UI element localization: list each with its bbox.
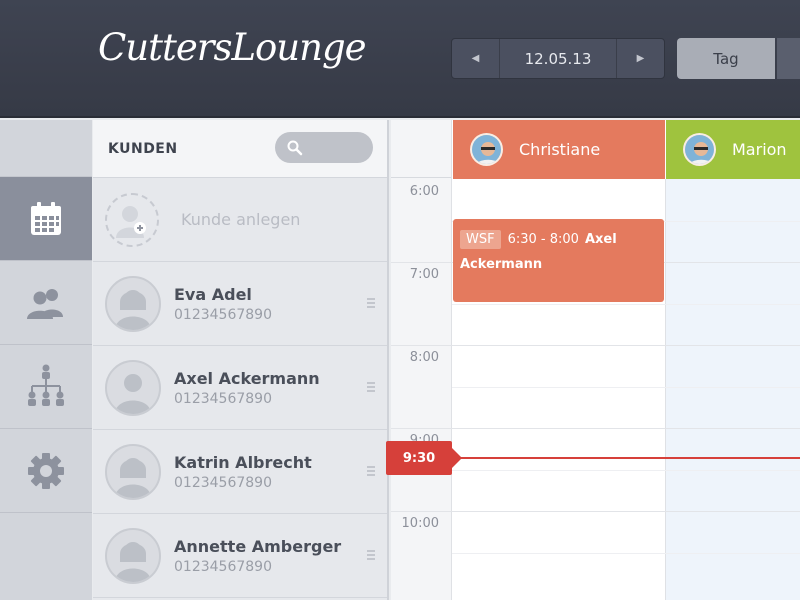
half-hour-line <box>452 553 800 554</box>
half-hour-line <box>452 304 800 305</box>
avatar <box>105 443 161 500</box>
appointment-time: 6:30 - 8:00 <box>507 232 579 247</box>
staff-name: Christiane <box>519 140 601 159</box>
tab-week[interactable] <box>777 38 800 79</box>
tab-day[interactable]: Tag <box>677 38 775 79</box>
gear-icon <box>28 452 64 489</box>
hour-tick <box>391 428 452 429</box>
time-label: 8:00 <box>409 350 439 365</box>
add-customer-avatar <box>105 192 159 247</box>
time-column-header <box>391 120 451 178</box>
drag-handle-icon[interactable] <box>367 466 375 478</box>
customer-panel-header: KUNDEN <box>93 120 387 178</box>
customer-name: Axel Ackermann <box>174 368 320 388</box>
logo: CuttersLounge <box>98 26 367 69</box>
search-input[interactable] <box>275 132 373 163</box>
appointment-card[interactable]: WSF 6:30 - 8:00 Axel Ackermann <box>453 219 664 302</box>
customer-phone: 01234567890 <box>174 474 272 491</box>
customer-phone: 01234567890 <box>174 390 272 407</box>
sidebar-item-settings[interactable] <box>0 429 92 513</box>
customer-name: Eva Adel <box>174 284 252 304</box>
staff-photo <box>685 135 714 164</box>
drag-handle-icon[interactable] <box>367 382 375 394</box>
add-customer-button[interactable]: Kunde anlegen <box>93 178 387 262</box>
current-date[interactable]: 12.05.13 <box>499 39 617 78</box>
sidebar-item-users[interactable] <box>0 261 92 345</box>
customer-panel: KUNDEN Kunde anlegen Eva Adel 01234567890… <box>93 120 389 600</box>
hour-line <box>452 345 800 346</box>
list-item[interactable]: Katrin Albrecht 01234567890 <box>93 430 387 514</box>
customer-info: Axel Ackermann 01234567890 <box>174 369 320 407</box>
drag-handle-icon[interactable] <box>367 550 375 562</box>
date-navigator: ◀ 12.05.13 ▶ <box>451 38 665 79</box>
search-icon <box>287 140 303 155</box>
time-column: 6:007:008:009:0010:00 <box>391 120 452 600</box>
sidebar-item-calendar[interactable] <box>0 177 92 261</box>
hour-tick <box>391 345 452 346</box>
current-time-badge: 9:30 <box>386 441 462 475</box>
next-day-button[interactable]: ▶ <box>617 39 664 78</box>
staff-header-christiane[interactable]: Christiane <box>453 120 665 179</box>
time-label: 7:00 <box>409 267 439 282</box>
customer-name: Katrin Albrecht <box>174 452 312 472</box>
list-item[interactable]: Annette Amberger 01234567890 <box>93 514 387 598</box>
list-item[interactable]: Eva Adel 01234567890 <box>93 262 387 346</box>
add-user-icon <box>116 205 146 238</box>
time-label: 6:00 <box>409 184 439 199</box>
customer-panel-title: KUNDEN <box>108 140 178 157</box>
drag-handle-icon[interactable] <box>367 298 375 310</box>
person-placeholder-icon <box>115 541 151 582</box>
avatar <box>105 275 161 332</box>
half-hour-line <box>452 387 800 388</box>
person-placeholder-icon <box>115 289 151 330</box>
staff-photo <box>472 135 501 164</box>
list-item[interactable]: Axel Ackermann 01234567890 <box>93 346 387 430</box>
staff-name: Marion <box>732 140 787 159</box>
prev-day-button[interactable]: ◀ <box>452 39 499 78</box>
add-customer-label: Kunde anlegen <box>181 210 301 229</box>
column-divider <box>665 179 666 600</box>
avatar <box>105 359 161 416</box>
service-badge: WSF <box>460 230 501 249</box>
appointment-customer-last: Ackermann <box>460 257 543 272</box>
sidebar-item-organization[interactable] <box>0 345 92 429</box>
app-header: CuttersLounge ◀ 12.05.13 ▶ Tag <box>0 0 800 118</box>
customer-info: Annette Amberger 01234567890 <box>174 537 341 575</box>
avatar <box>683 133 716 166</box>
calendar-icon <box>31 201 61 235</box>
time-label: 10:00 <box>401 516 439 531</box>
customer-list: Eva Adel 01234567890 Axel Ackermann 0123456… <box>93 262 387 598</box>
hour-line <box>452 428 800 429</box>
customer-info: Katrin Albrecht 01234567890 <box>174 453 312 491</box>
person-placeholder-icon <box>115 373 151 414</box>
person-placeholder-icon <box>115 457 151 498</box>
customer-name: Annette Amberger <box>174 536 342 556</box>
customer-phone: 01234567890 <box>174 558 272 575</box>
staff-column-marion[interactable] <box>666 179 800 600</box>
view-tabs: Tag <box>677 38 800 79</box>
appointment-customer-first: Axel <box>584 232 617 247</box>
org-chart-icon <box>28 364 64 406</box>
customer-phone: 01234567890 <box>174 306 272 323</box>
avatar <box>470 133 503 166</box>
current-time-line <box>455 457 800 459</box>
hour-line <box>452 511 800 512</box>
hour-tick <box>391 262 452 263</box>
customer-info: Eva Adel 01234567890 <box>174 285 272 323</box>
chevron-left-icon: ◀ <box>471 53 480 64</box>
staff-header-marion[interactable]: Marion <box>666 120 800 179</box>
sidebar <box>0 120 92 600</box>
avatar <box>105 527 161 584</box>
hour-tick <box>391 511 452 512</box>
day-calendar: 6:007:008:009:0010:00 Christiane Marion … <box>391 120 800 600</box>
chevron-right-icon: ▶ <box>636 53 645 64</box>
users-icon <box>27 288 63 319</box>
half-hour-line <box>452 470 800 471</box>
sidebar-top-spacer <box>0 120 92 177</box>
